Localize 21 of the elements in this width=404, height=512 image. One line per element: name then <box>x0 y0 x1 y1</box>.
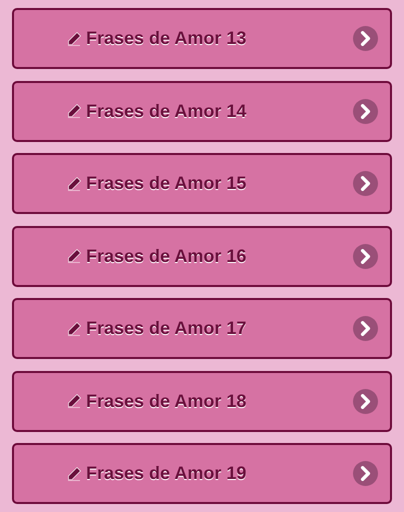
chevron-right-icon <box>353 316 378 341</box>
chevron-right-icon <box>353 244 378 268</box>
pencil-icon <box>66 320 82 336</box>
list-item[interactable]: Frases de Amor 15 <box>12 153 392 214</box>
pencil-icon <box>66 248 82 264</box>
list-item[interactable]: Frases de Amor 18 <box>12 370 392 432</box>
pencil-icon <box>66 176 82 192</box>
list-item[interactable]: Frases de Amor 14 <box>12 80 392 142</box>
chevron-right-icon <box>353 461 378 486</box>
pencil-icon <box>66 393 82 409</box>
chevron-right-icon <box>353 26 378 51</box>
pencil-icon <box>66 103 82 119</box>
list-item[interactable]: Frases de Amor 16 <box>12 226 392 286</box>
list-item[interactable]: Frases de Amor 19 <box>12 443 392 504</box>
pencil-icon <box>66 466 82 482</box>
list-item[interactable]: Frases de Amor 17 <box>12 298 392 359</box>
pencil-icon <box>66 30 82 46</box>
list-item[interactable]: Frases de Amor 13 <box>12 8 392 69</box>
chevron-right-icon <box>353 98 378 124</box>
chevron-right-icon <box>353 388 378 414</box>
chevron-right-icon <box>353 171 378 196</box>
